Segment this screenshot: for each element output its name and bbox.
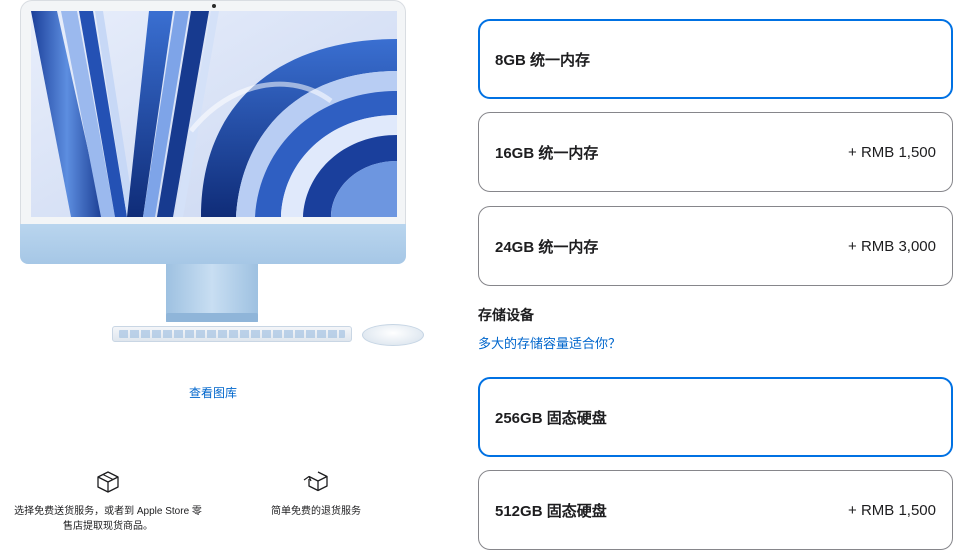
option-label: 24GB 统一内存	[495, 238, 599, 256]
return-box-icon	[303, 471, 328, 492]
imac-display	[20, 0, 406, 224]
option-label: 8GB 统一内存	[495, 51, 591, 69]
view-gallery-link[interactable]: 查看图库	[0, 384, 426, 401]
returns-perk: 简单免费的退货服务	[226, 470, 406, 519]
storage-section-title: 存储设备	[478, 307, 534, 323]
option-label: 16GB 统一内存	[495, 144, 599, 162]
imac-wallpaper	[31, 11, 397, 217]
box-icon	[97, 471, 119, 493]
delivery-perk-line-2: 售店提取现货商品。	[63, 521, 153, 532]
option-price: + RMB 3,000	[848, 237, 936, 255]
delivery-perk-line-1: 选择免费送货服务，或者到 Apple Store 零	[14, 506, 202, 517]
keyboard-keys	[119, 330, 345, 338]
magic-mouse	[362, 324, 424, 346]
imac-product-image	[20, 0, 424, 350]
imac-chin	[20, 224, 406, 264]
delivery-perk: 选择免费送货服务，或者到 Apple Store 零 售店提取现货商品。	[0, 470, 216, 534]
storage-help-link[interactable]: 多大的存储容量适合你？	[478, 333, 621, 352]
memory-option-16gb[interactable]: 16GB 统一内存 + RMB 1,500	[478, 112, 953, 192]
option-price: + RMB 1,500	[848, 501, 936, 519]
imac-stand-base	[166, 313, 258, 322]
magic-keyboard	[112, 326, 352, 342]
storage-option-512gb[interactable]: 512GB 固态硬盘 + RMB 1,500	[478, 470, 953, 550]
storage-option-256gb[interactable]: 256GB 固态硬盘	[478, 377, 953, 457]
option-label: 512GB 固态硬盘	[495, 502, 607, 520]
config-options: 8GB 统一内存 16GB 统一内存 + RMB 1,500 24GB 统一内存…	[478, 0, 953, 556]
option-price: + RMB 1,500	[848, 143, 936, 161]
camera-dot	[212, 4, 216, 8]
returns-perk-text: 简单免费的退货服务	[271, 506, 361, 517]
memory-option-8gb[interactable]: 8GB 统一内存	[478, 19, 953, 99]
wallpaper-art	[31, 11, 397, 217]
option-label: 256GB 固态硬盘	[495, 409, 607, 427]
memory-option-24gb[interactable]: 24GB 统一内存 + RMB 3,000	[478, 206, 953, 286]
product-panel: 查看图库 选择免费送货服务，或者到 Apple Store 零 售店提取现货商品…	[0, 0, 430, 556]
